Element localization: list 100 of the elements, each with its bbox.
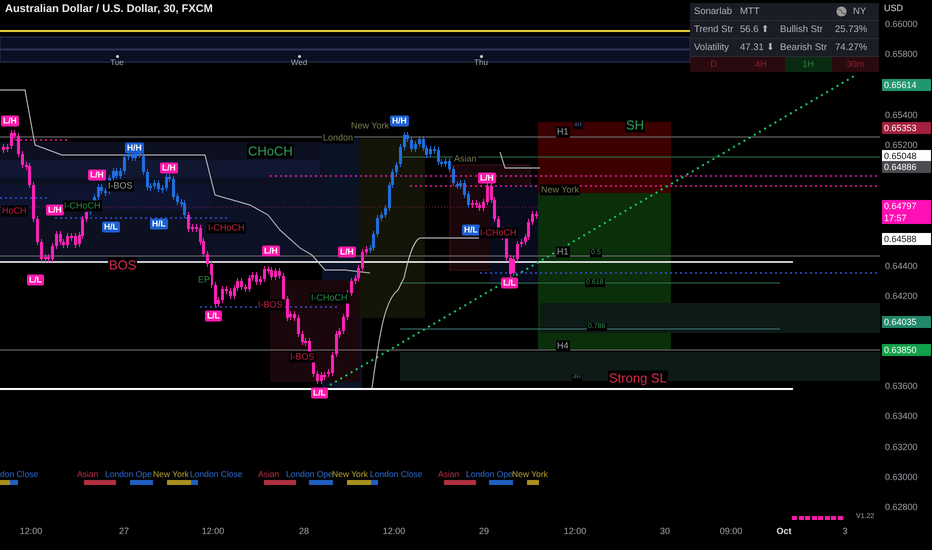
time-label: 12:00	[382, 526, 406, 536]
price-tick: 0.65800	[885, 49, 918, 60]
swing-tag: L/L	[501, 278, 518, 288]
session-bar	[264, 480, 296, 485]
price-tick: 0.65200	[885, 140, 918, 150]
mode-label: MTT	[740, 6, 761, 17]
session-label: don Close	[0, 469, 38, 479]
day-label: Thu	[474, 58, 488, 67]
price-tick: 0.63600	[885, 381, 918, 392]
swing-tag: L/H	[88, 170, 106, 180]
price-tag: 0.64588	[882, 233, 931, 245]
price-tag: 0.65048	[882, 150, 931, 162]
globe-icon	[836, 6, 847, 17]
stat-value: 47.31 ⬇	[740, 42, 776, 53]
swing-tag: L/L	[27, 274, 44, 286]
session-bar	[309, 480, 333, 485]
session-label: Asian	[438, 469, 460, 479]
progress-dots-icon	[792, 516, 842, 520]
marker-dot	[116, 55, 119, 58]
swing-tag: L/H	[262, 246, 280, 256]
time-label: 29	[479, 526, 489, 536]
price-tick: 0.63000	[885, 472, 918, 482]
session-label: Asian	[453, 154, 478, 164]
session-label: London Ope	[105, 469, 152, 479]
time-label: 27	[119, 526, 129, 536]
price-tag: 0.65614	[882, 79, 931, 91]
session-label: Asian	[77, 469, 98, 479]
time-label: 12:00	[20, 526, 42, 536]
price-tick: 0.64200	[885, 290, 918, 301]
price-tick: 0.66000	[885, 19, 918, 29]
session-label: London Close	[190, 469, 242, 479]
time-label: 30	[660, 526, 670, 536]
day-label: Tue	[110, 58, 124, 67]
marker-dot	[298, 55, 301, 58]
structure-label: I-BOS	[289, 352, 316, 362]
session-name: NY	[852, 6, 866, 17]
session-bar	[130, 480, 153, 485]
swing-tag: L/H	[46, 204, 64, 216]
price-tick: 0.63200	[885, 442, 918, 452]
price-tick: 0.64400	[885, 260, 918, 271]
session-label: London	[322, 132, 354, 144]
stat-value: 56.6 ⬆	[740, 24, 770, 35]
structure-label: H1	[556, 246, 570, 258]
timeframe-cell: 4H	[737, 57, 784, 72]
chart-title: Australian Dollar / U.S. Dollar, 30, FXCM	[5, 3, 213, 15]
time-label: 12:00	[564, 526, 586, 536]
time-label: 3	[842, 526, 848, 536]
time-label: 28	[299, 526, 309, 536]
marker-dot	[480, 55, 483, 58]
time-label: 12:00	[202, 526, 224, 536]
stat-value: 25.73%	[834, 24, 868, 35]
stat-label: Volatility	[693, 42, 730, 53]
currency-label: USD	[884, 3, 904, 13]
price-tag: 0.63850	[882, 344, 931, 356]
swing-tag: H/H	[125, 142, 144, 154]
session-label: London Ope	[466, 469, 513, 479]
swing-tag: H/L	[150, 218, 168, 230]
day-label: Wed	[290, 58, 308, 67]
session-label: New York	[153, 469, 189, 479]
price-tick: 0.63400	[885, 411, 918, 422]
session-bar	[489, 480, 513, 485]
structure-label: I-CHoCH	[207, 222, 246, 234]
indicator-name: Sonarlab	[693, 6, 734, 17]
session-label: New York	[540, 184, 580, 196]
price-tick: 0.65400	[885, 110, 918, 120]
session-bar	[444, 480, 476, 485]
structure-label: SH	[625, 118, 646, 132]
timeframe-cell: 30m	[832, 57, 879, 72]
structure-label: H1	[556, 126, 570, 138]
session-label: London Ope	[286, 469, 333, 479]
stat-label: Trend Str	[693, 24, 734, 35]
timeframe-cell: 1H	[784, 57, 832, 72]
swing-tag: H/L	[102, 222, 120, 232]
structure-label: I-CHoCH	[63, 200, 102, 212]
structure-label: EP	[197, 274, 212, 286]
session-label: New York	[350, 120, 390, 132]
swing-tag: L/H	[160, 162, 178, 174]
swing-tag: L/L	[311, 388, 328, 398]
timeframe-cell: D	[690, 57, 738, 72]
structure-label: CHoCH	[247, 144, 294, 158]
session-label: London Close	[370, 469, 422, 479]
structure-label: H4	[556, 340, 570, 352]
swing-tag: H/H	[390, 116, 409, 126]
price-tick: 0.62800	[885, 502, 918, 512]
session-label: New York	[512, 469, 548, 479]
structure-label: I-BOS	[107, 180, 134, 192]
session-bar	[527, 480, 539, 485]
price-tag: 0.65353	[882, 122, 931, 134]
swing-tag: L/H	[338, 246, 356, 258]
price-tag: 0.64797 17:57	[882, 200, 931, 224]
price-tag: 0.64886	[882, 161, 931, 173]
time-label: 09:00	[720, 526, 742, 536]
structure-label: I-BOS	[257, 300, 284, 310]
structure-label: Strong SL	[608, 370, 668, 386]
swing-tag: L/L	[205, 310, 222, 322]
session-label: New York	[332, 469, 368, 479]
stat-value: 74.27%	[834, 42, 868, 53]
structure-label: I-CHoCH	[479, 228, 518, 238]
session-label: Asian	[258, 469, 280, 479]
swing-tag: H/L	[462, 224, 480, 236]
